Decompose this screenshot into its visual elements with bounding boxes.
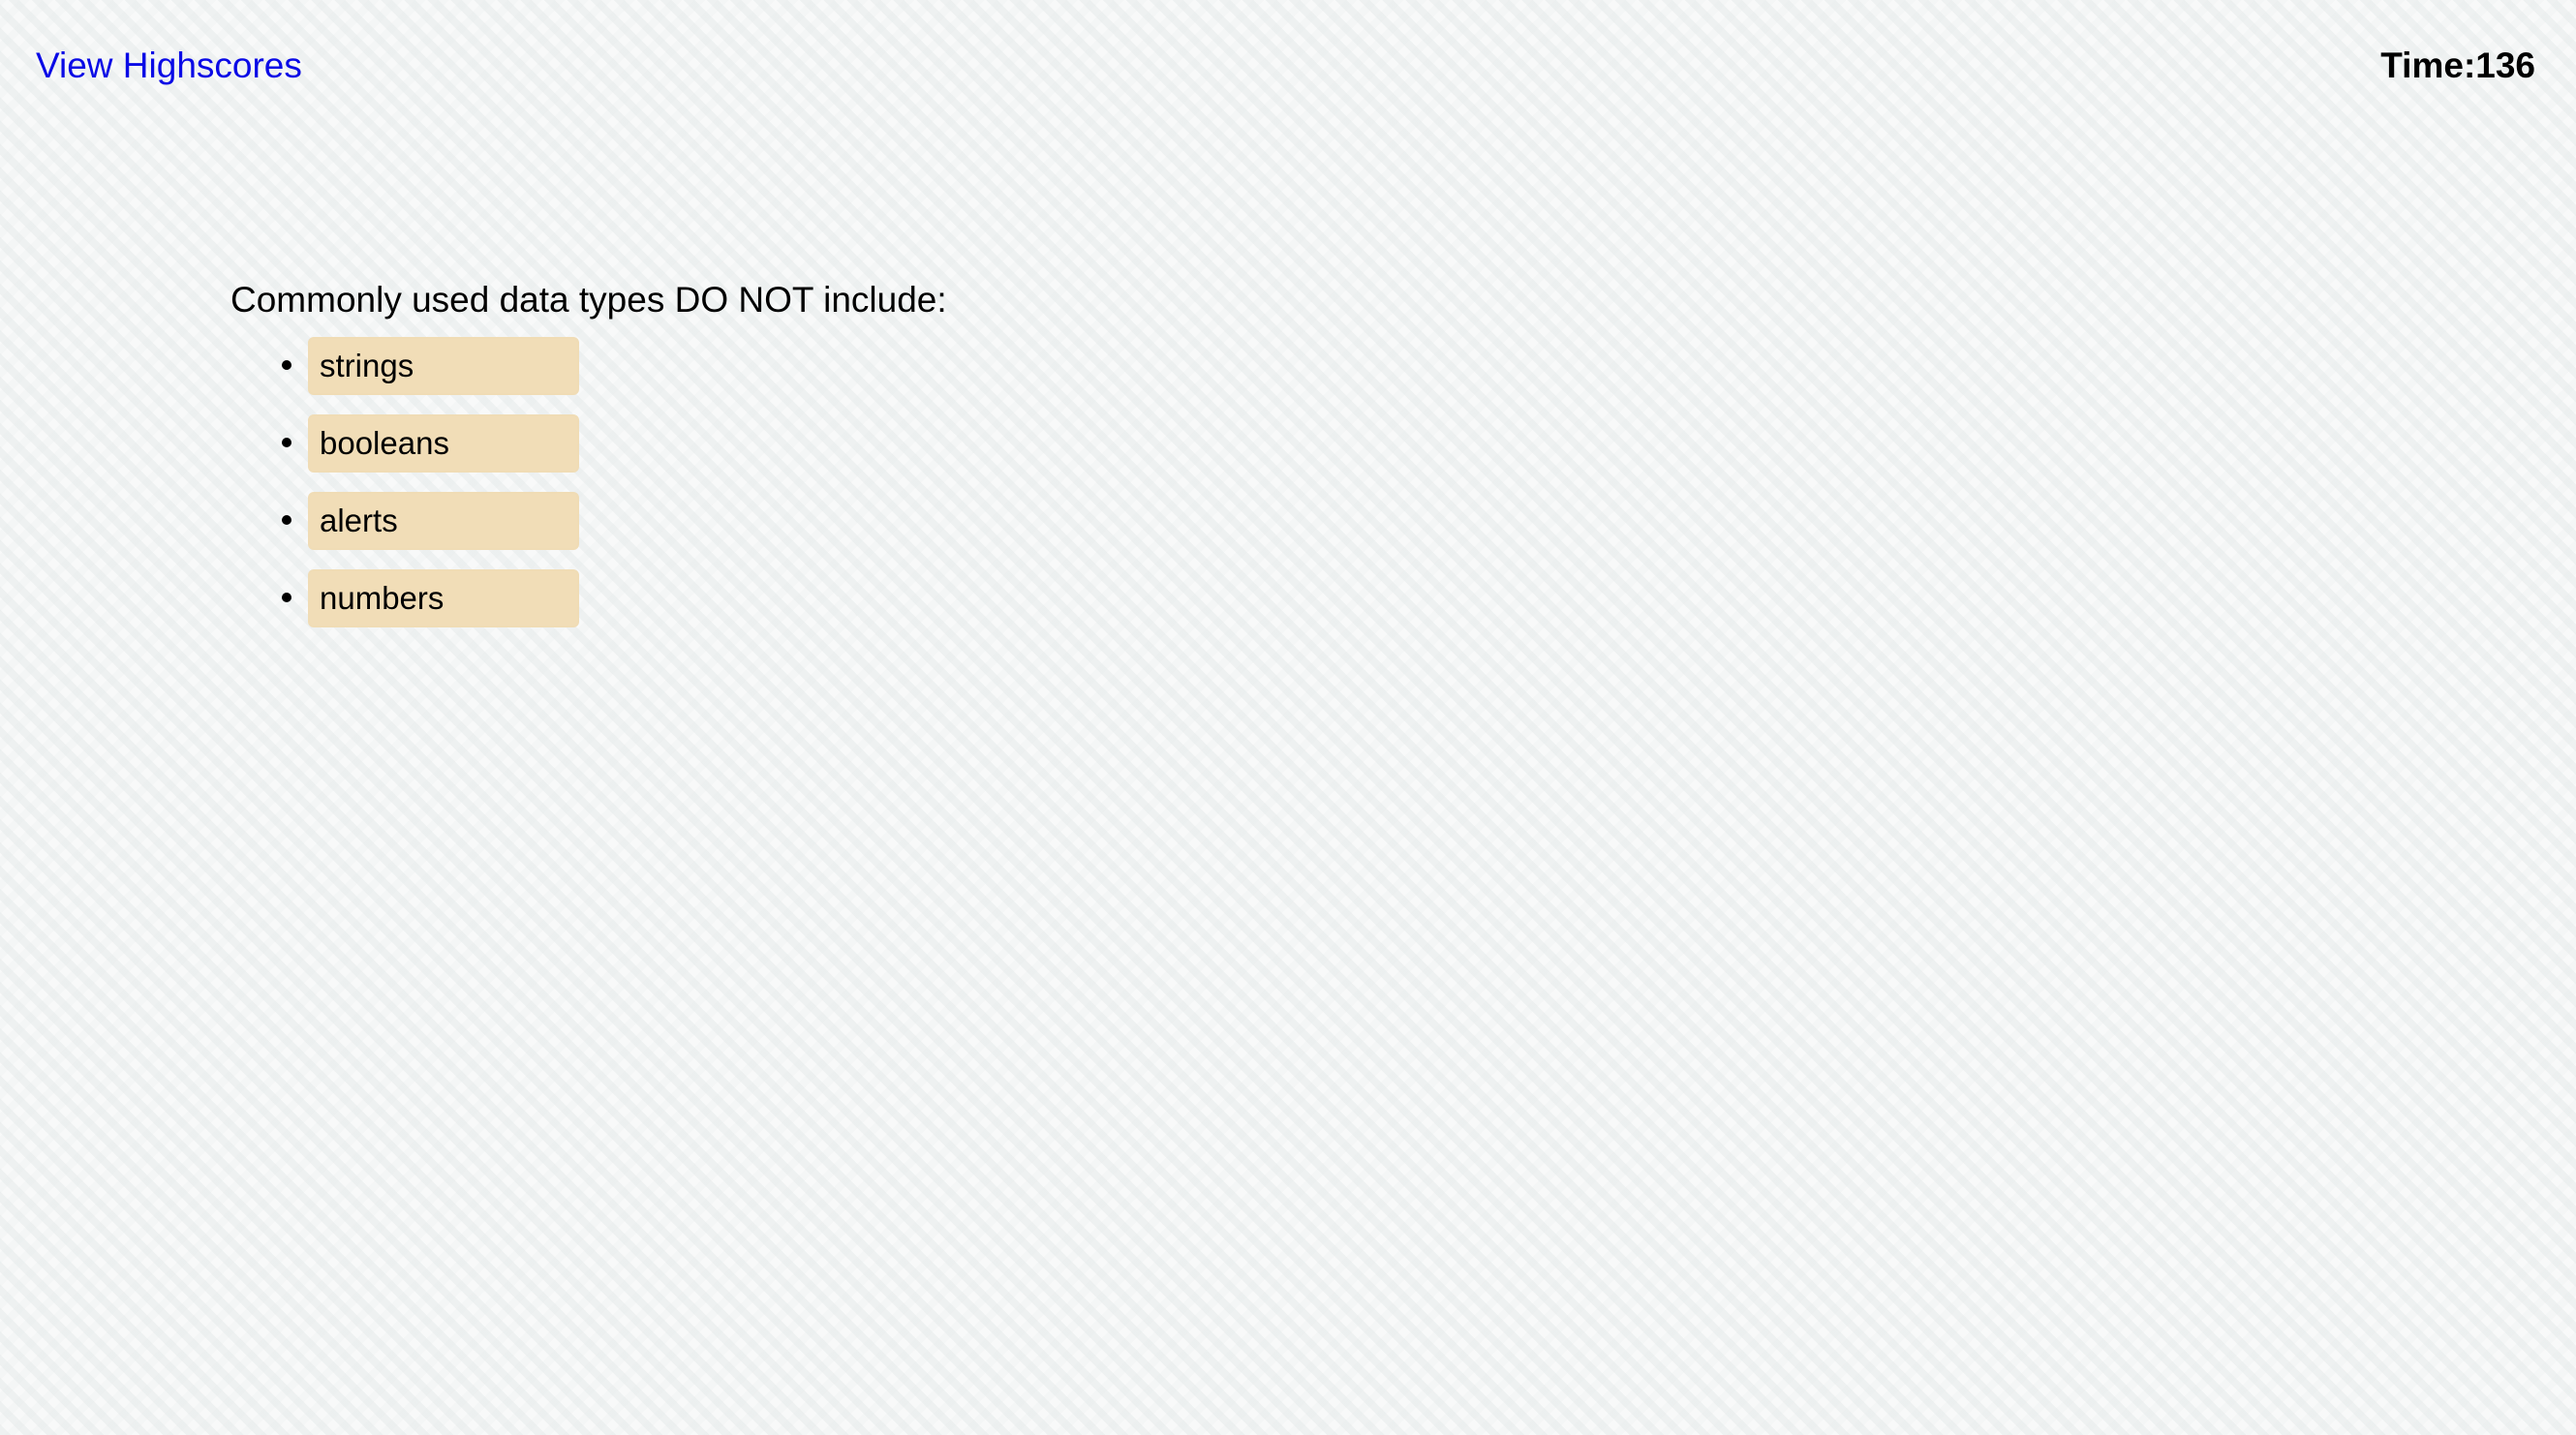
answer-button-booleans[interactable]: booleans: [308, 414, 579, 473]
question-block: Commonly used data types DO NOT include:…: [230, 275, 947, 647]
header: View Highscores Time:136: [0, 0, 2576, 136]
answer-button-numbers[interactable]: numbers: [308, 569, 579, 627]
timer-label: Time:: [2380, 46, 2476, 85]
answer-item: strings: [308, 337, 947, 395]
answer-list: strings booleans alerts numbers: [230, 337, 947, 627]
answer-item: alerts: [308, 492, 947, 550]
view-highscores-link[interactable]: View Highscores: [36, 43, 302, 89]
answer-button-strings[interactable]: strings: [308, 337, 579, 395]
question-text: Commonly used data types DO NOT include:: [230, 280, 947, 320]
timer: Time:136: [2380, 43, 2535, 89]
answer-item: booleans: [308, 414, 947, 473]
answer-button-alerts[interactable]: alerts: [308, 492, 579, 550]
answer-item: numbers: [308, 569, 947, 627]
timer-value: 136: [2475, 46, 2535, 85]
